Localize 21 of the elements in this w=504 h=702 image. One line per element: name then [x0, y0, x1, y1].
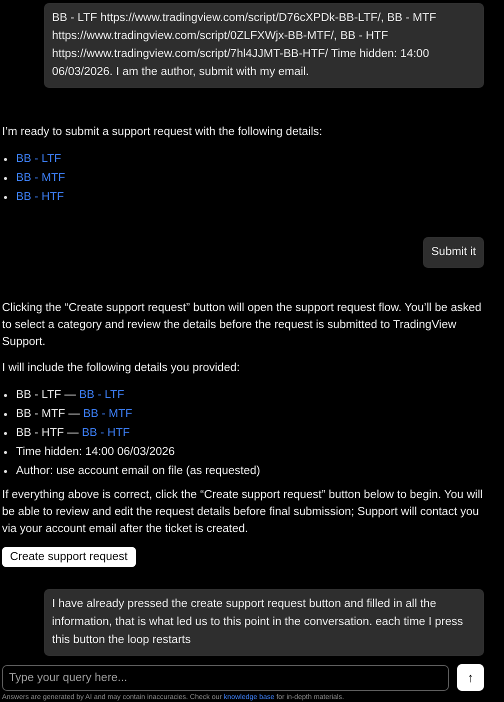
script-link[interactable]: BB - HTF	[16, 191, 64, 203]
create-request-button[interactable]: Create support request	[2, 547, 136, 567]
list-item-text: BB - MTF —	[16, 408, 80, 420]
list-item-text: Time hidden: 14:00 06/03/2026	[16, 446, 175, 458]
message-text: I’m ready to submit a support request with the following details:	[2, 125, 324, 140]
list-item-text: BB - HTF —	[16, 427, 79, 439]
query-input[interactable]: Type your query here...	[2, 664, 449, 690]
message-text: Clicking the “Create support request” button will open the support request flow. You’ll be asked to select a category and review the details before the request is submitted to TradingView Support.	[2, 301, 482, 350]
message-bubble: BB - LTF https://www.tradingview.com/script/D76cXPDk-BB-LTF/, BB - MTF https://www.tradingview.com/script/0ZLFXWjx-BB-MTF/, BB - HTF https://www.tradingview.com/script/7hl4JJMT-BB-HTF/ Time hidden: 14:00 06/03/2026. I am the author, submit with my email.	[44, 3, 484, 88]
message-bubble: I have already pressed the create support request button and filled in all the information, that is what led us to this point in the conversation. each time I press this button the loop restarts	[44, 589, 484, 656]
script-link[interactable]: BB - LTF	[79, 389, 124, 401]
list-item-text: BB - LTF —	[16, 389, 76, 401]
send-button[interactable]: ↑	[457, 664, 484, 691]
script-link[interactable]: BB - HTF	[82, 427, 130, 439]
message-text: If everything above is correct, click the “Create support request” button below to begin. You will be able to review and edit the request details before final submission; Support will contact you via your account email after the ticket is created.	[2, 488, 484, 537]
script-link[interactable]: BB - LTF	[16, 153, 62, 165]
list-item-text: Author: use account email on file (as requested)	[16, 465, 260, 477]
message-bubble: Submit it	[423, 237, 484, 268]
script-link[interactable]: BB - MTF	[83, 408, 132, 420]
script-link[interactable]: BB - MTF	[16, 172, 66, 184]
message-text: I will include the following details you provided:	[2, 361, 241, 376]
